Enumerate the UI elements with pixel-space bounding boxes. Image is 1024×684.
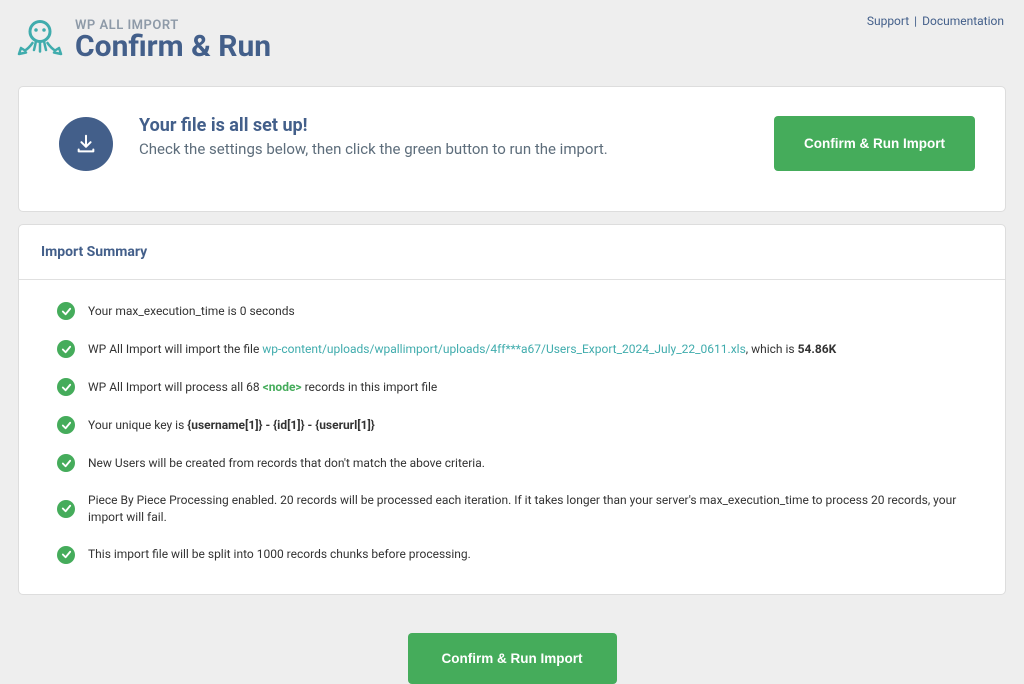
summary-item: Your unique key is {username[1]} - {id[1… <box>57 416 967 434</box>
setup-left: Your file is all set up! Check the setti… <box>59 115 608 171</box>
summary-text: Your max_execution_time is 0 seconds <box>88 303 295 320</box>
check-icon <box>57 378 75 396</box>
summary-item: New Users will be created from records t… <box>57 454 967 472</box>
summary-item: WP All Import will process all 68 <node>… <box>57 378 967 396</box>
documentation-link[interactable]: Documentation <box>922 14 1004 28</box>
title-block: WP ALL IMPORT Confirm & Run <box>75 18 271 64</box>
page-title: Confirm & Run <box>75 29 271 64</box>
header-links: Support | Documentation <box>867 14 1004 28</box>
wp-all-import-logo-icon <box>15 14 65 68</box>
setup-card: Your file is all set up! Check the setti… <box>18 86 1006 212</box>
download-icon <box>59 117 113 171</box>
confirm-run-import-button[interactable]: Confirm & Run Import <box>774 116 975 171</box>
summary-title: Import Summary <box>41 244 983 260</box>
summary-text: WP All Import will import the file wp-co… <box>88 341 836 358</box>
summary-text: This import file will be split into 1000… <box>88 546 471 563</box>
summary-item: This import file will be split into 1000… <box>57 546 967 564</box>
summary-text: WP All Import will process all 68 <node>… <box>88 379 437 396</box>
summary-item: Your max_execution_time is 0 seconds <box>57 302 967 320</box>
summary-text: New Users will be created from records t… <box>88 455 485 472</box>
bottom-button-area: Confirm & Run Import <box>0 607 1024 684</box>
summary-text: Piece By Piece Processing enabled. 20 re… <box>88 492 967 526</box>
setup-text: Your file is all set up! Check the setti… <box>139 115 608 158</box>
check-icon <box>57 416 75 434</box>
summary-text: Your unique key is {username[1]} - {id[1… <box>88 417 375 434</box>
check-icon <box>57 454 75 472</box>
logo-area: WP ALL IMPORT Confirm & Run <box>15 14 271 68</box>
summary-list: Your max_execution_time is 0 seconds WP … <box>19 280 1005 594</box>
summary-item: Piece By Piece Processing enabled. 20 re… <box>57 492 967 526</box>
check-icon <box>57 340 75 358</box>
setup-sub: Check the settings below, then click the… <box>139 140 608 158</box>
setup-heading: Your file is all set up! <box>139 115 608 136</box>
page-header: WP ALL IMPORT Confirm & Run Support | Do… <box>0 0 1024 74</box>
check-icon <box>57 500 75 518</box>
summary-item: WP All Import will import the file wp-co… <box>57 340 967 358</box>
support-link[interactable]: Support <box>867 14 909 28</box>
check-icon <box>57 302 75 320</box>
confirm-run-import-button-bottom[interactable]: Confirm & Run Import <box>408 633 617 684</box>
summary-header: Import Summary <box>19 225 1005 280</box>
file-path-link[interactable]: wp-content/uploads/wpallimport/uploads/4… <box>262 342 745 356</box>
link-separator: | <box>911 14 920 28</box>
summary-card: Import Summary Your max_execution_time i… <box>18 224 1006 595</box>
check-icon <box>57 546 75 564</box>
